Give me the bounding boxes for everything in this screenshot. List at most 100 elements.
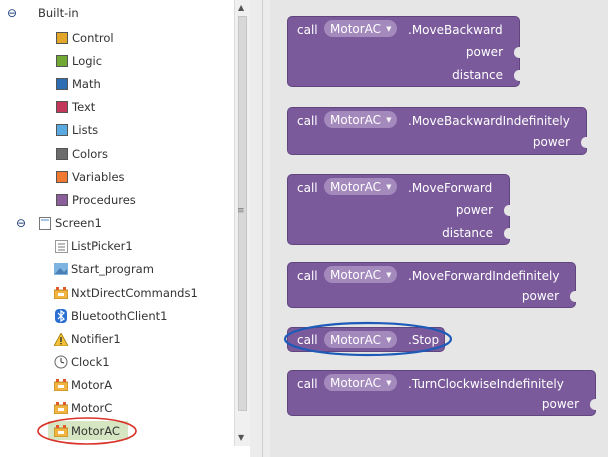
component-bluetoothclient1[interactable]: BluetoothClient1 xyxy=(54,306,167,326)
clock-icon xyxy=(54,355,68,369)
control-color-icon xyxy=(56,32,68,44)
palette-item-label: Logic xyxy=(72,54,103,68)
palette-item-label: Math xyxy=(72,77,101,91)
call-keyword: call xyxy=(297,269,318,283)
chevron-down-icon: ▼ xyxy=(386,378,392,387)
component-start-program[interactable]: Start_program xyxy=(54,259,154,279)
scroll-down-icon[interactable]: ▼ xyxy=(238,433,244,442)
palette-item-control[interactable]: Control xyxy=(56,28,114,48)
component-motorc[interactable]: MotorC xyxy=(54,398,112,418)
method-name: .MoveBackwardIndefinitely xyxy=(408,114,570,128)
palette-item-variables[interactable]: Variables xyxy=(56,167,125,187)
method-name: .TurnClockwiseIndefinitely xyxy=(408,377,564,391)
palette-item-logic[interactable]: Logic xyxy=(56,51,102,71)
input-socket[interactable] xyxy=(570,291,576,302)
blocks-palette: ⊖ Built-in Control Logic Math Text Lists… xyxy=(0,0,250,457)
lists-color-icon xyxy=(56,124,68,136)
component-label: Start_program xyxy=(71,262,154,276)
component-motora[interactable]: MotorA xyxy=(54,375,112,395)
screen1-node[interactable]: Screen1 xyxy=(38,213,102,233)
math-color-icon xyxy=(56,78,68,90)
variables-color-icon xyxy=(56,171,68,183)
block-move-forward-indefinitely[interactable]: call MotorAC ▼ .MoveForwardIndefinitely p… xyxy=(287,262,576,308)
palette-item-math[interactable]: Math xyxy=(56,74,101,94)
collapse-builtin-icon[interactable]: ⊖ xyxy=(7,6,17,20)
lego-icon xyxy=(54,286,68,300)
bluetooth-icon xyxy=(54,309,68,323)
blocks-workspace[interactable]: call MotorAC ▼ .MoveBackward power distan… xyxy=(270,0,608,457)
block-move-backward[interactable]: call MotorAC ▼ .MoveBackward power distan… xyxy=(287,16,520,87)
input-socket[interactable] xyxy=(514,47,520,58)
input-socket[interactable] xyxy=(581,137,587,148)
chevron-down-icon: ▼ xyxy=(386,24,392,33)
lego-icon xyxy=(54,378,68,392)
component-label: Notifier1 xyxy=(71,332,121,346)
chevron-down-icon: ▼ xyxy=(386,182,392,191)
component-label: MotorC xyxy=(71,401,113,415)
scroll-grip-icon: ≡ xyxy=(237,206,245,216)
component-clock1[interactable]: Clock1 xyxy=(54,352,110,372)
text-color-icon xyxy=(56,101,68,113)
component-label: NxtDirectCommands1 xyxy=(71,286,198,300)
collapse-screen-icon[interactable]: ⊖ xyxy=(16,216,26,230)
method-name: .MoveForward xyxy=(408,181,493,195)
palette-item-procedures[interactable]: Procedures xyxy=(56,190,136,210)
stop-highlight-ellipse xyxy=(283,321,453,357)
block-turn-clockwise-indefinitely[interactable]: call MotorAC ▼ .TurnClockwiseIndefinitely… xyxy=(287,370,596,416)
param-label: power xyxy=(541,397,579,411)
component-dropdown[interactable]: MotorAC ▼ xyxy=(324,111,398,128)
call-keyword: call xyxy=(297,377,318,391)
component-name: MotorAC xyxy=(330,179,382,194)
component-dropdown[interactable]: MotorAC ▼ xyxy=(324,266,398,283)
warning-icon xyxy=(54,332,68,346)
lego-icon xyxy=(54,401,68,415)
call-keyword: call xyxy=(297,181,318,195)
param-label: distance xyxy=(442,226,493,240)
chevron-down-icon: ▼ xyxy=(386,115,392,124)
block-move-backward-indefinitely[interactable]: call MotorAC ▼ .MoveBackwardIndefinitely … xyxy=(287,107,587,155)
component-dropdown[interactable]: MotorAC ▼ xyxy=(324,374,398,391)
input-socket[interactable] xyxy=(504,205,510,216)
component-dropdown[interactable]: MotorAC ▼ xyxy=(324,178,398,195)
motorac-highlight-ellipse xyxy=(37,417,137,445)
scroll-up-icon[interactable]: ▲ xyxy=(238,3,244,12)
palette-item-lists[interactable]: Lists xyxy=(56,120,98,140)
call-keyword: call xyxy=(297,23,318,37)
component-name: MotorAC xyxy=(330,21,382,36)
block-move-forward[interactable]: call MotorAC ▼ .MoveForward power distanc… xyxy=(287,174,510,245)
param-label: distance xyxy=(452,68,503,82)
method-name: .MoveForwardIndefinitely xyxy=(408,269,560,283)
chevron-down-icon: ▼ xyxy=(386,270,392,279)
list-picker-icon xyxy=(54,239,68,253)
param-label: power xyxy=(532,135,570,149)
input-socket[interactable] xyxy=(590,399,596,410)
param-label: power xyxy=(455,203,493,217)
param-label: power xyxy=(465,45,503,59)
palette-item-label: Procedures xyxy=(72,193,136,207)
component-notifier1[interactable]: Notifier1 xyxy=(54,329,121,349)
logic-color-icon xyxy=(56,55,68,67)
component-nxtdirectcommands1[interactable]: NxtDirectCommands1 xyxy=(54,283,198,303)
palette-item-colors[interactable]: Colors xyxy=(56,144,108,164)
screen1-label: Screen1 xyxy=(55,216,102,230)
palette-item-label: Colors xyxy=(72,147,109,161)
component-dropdown[interactable]: MotorAC ▼ xyxy=(324,20,398,37)
palette-item-label: Control xyxy=(72,31,114,45)
colors-color-icon xyxy=(56,148,68,160)
method-name: .MoveBackward xyxy=(408,23,503,37)
input-socket[interactable] xyxy=(514,70,520,81)
input-socket[interactable] xyxy=(504,228,510,239)
palette-scrollbar[interactable]: ▲ ≡ ▼ xyxy=(234,0,250,446)
builtin-header[interactable]: Built-in xyxy=(38,3,79,23)
component-label: Clock1 xyxy=(71,355,110,369)
component-label: MotorA xyxy=(71,378,113,392)
builtin-label: Built-in xyxy=(38,6,79,20)
component-name: MotorAC xyxy=(330,375,382,390)
palette-item-label: Text xyxy=(72,100,96,114)
component-listpicker1[interactable]: ListPicker1 xyxy=(54,236,133,256)
image-icon xyxy=(54,262,68,276)
palette-item-label: Lists xyxy=(72,123,99,137)
param-label: power xyxy=(521,289,559,303)
palette-item-text[interactable]: Text xyxy=(56,97,95,117)
panel-splitter[interactable] xyxy=(250,0,270,457)
